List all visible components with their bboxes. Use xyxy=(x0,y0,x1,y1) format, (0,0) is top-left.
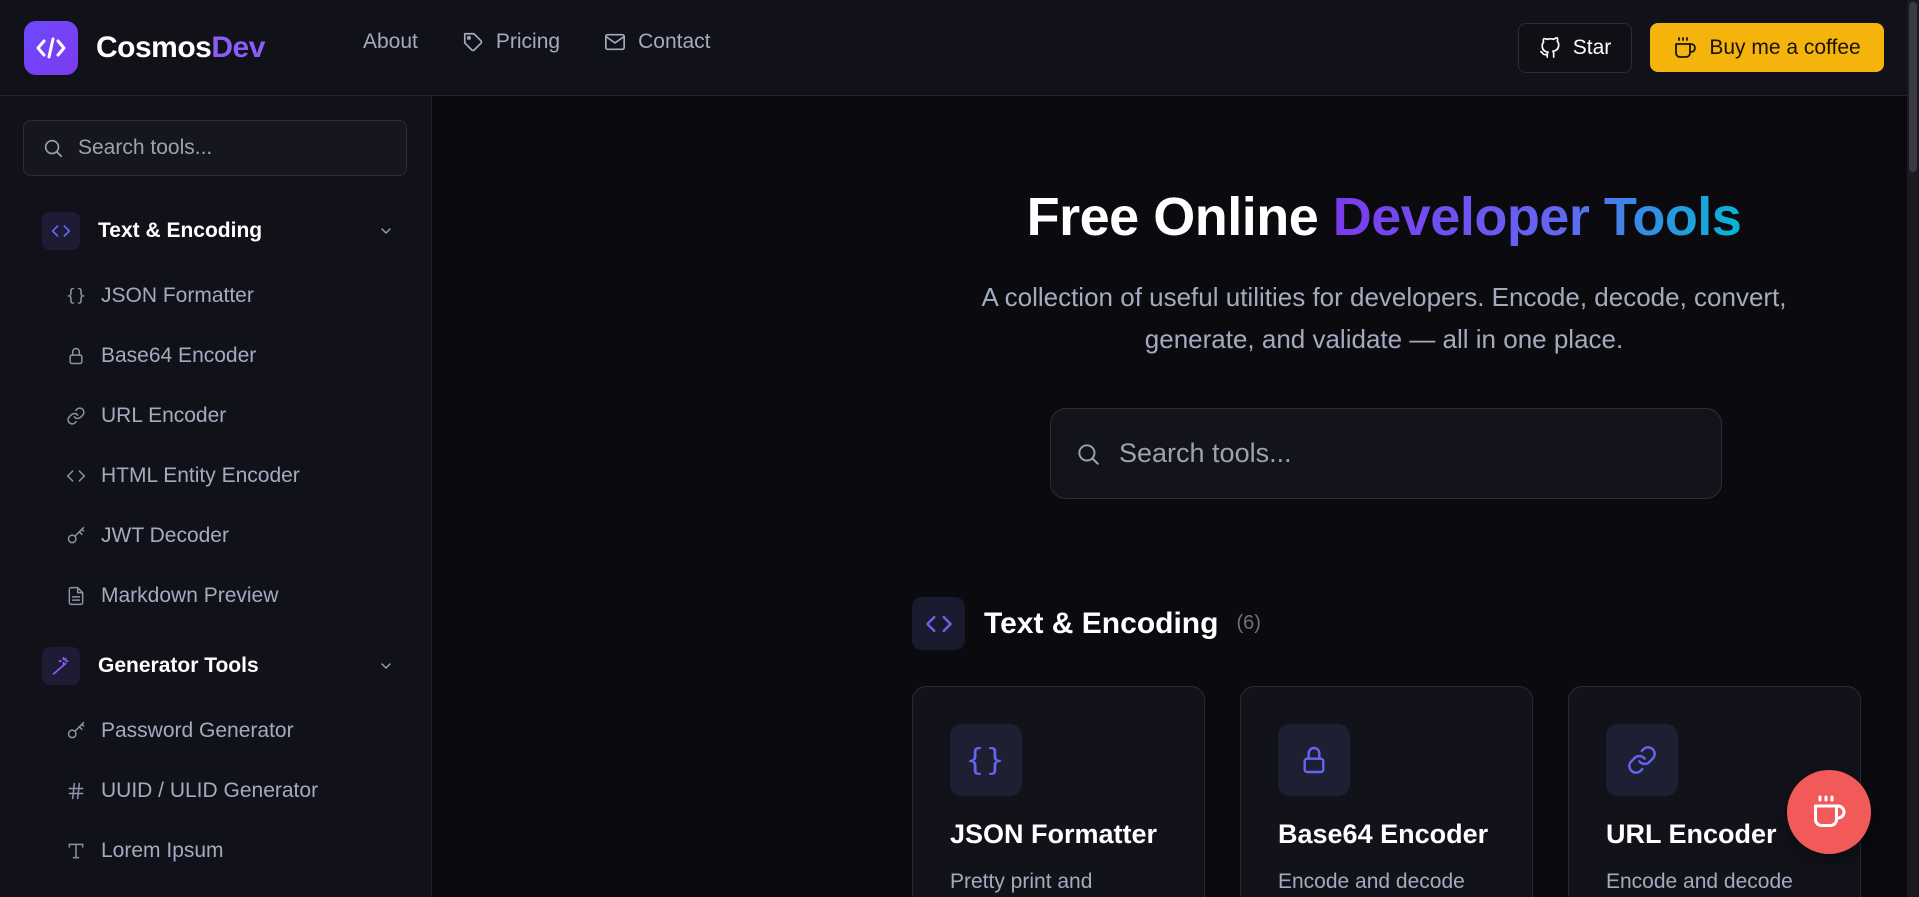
code-icon xyxy=(42,212,80,250)
tool-card-json-formatter[interactable]: {} JSON Formatter Pretty print and xyxy=(912,686,1205,897)
hero-title-plain: Free Online xyxy=(1026,187,1333,247)
sidebar-group-text-encoding[interactable]: Text & Encoding xyxy=(42,211,392,251)
tag-icon xyxy=(462,31,496,53)
floating-coffee-button[interactable] xyxy=(1787,770,1871,854)
card-description: Encode and decode xyxy=(1278,870,1465,893)
type-icon xyxy=(65,841,87,861)
sidebar-item-label: HTML Entity Encoder xyxy=(101,464,300,487)
sidebar-item-label: UUID / ULID Generator xyxy=(101,779,319,802)
search-icon xyxy=(1075,441,1101,467)
sidebar-item-password-generator[interactable]: Password Generator xyxy=(65,716,294,746)
hero-title-gradient: Developer Tools xyxy=(1332,187,1742,247)
wand-icon xyxy=(42,647,80,685)
nav-about[interactable]: About xyxy=(363,30,418,54)
sidebar-item-label: JSON Formatter xyxy=(101,284,254,307)
sidebar-item-html-entity-encoder[interactable]: HTML Entity Encoder xyxy=(65,461,300,491)
chevron-down-icon xyxy=(378,223,394,239)
hero-title: Free Online Developer Tools xyxy=(918,186,1850,248)
card-title: JSON Formatter xyxy=(950,819,1158,849)
coffee-label: Buy me a coffee xyxy=(1709,35,1861,59)
sidebar-item-label: URL Encoder xyxy=(101,404,227,427)
coffee-icon xyxy=(1811,794,1847,830)
buy-coffee-button[interactable]: Buy me a coffee xyxy=(1650,23,1884,72)
hash-icon xyxy=(65,781,87,801)
sidebar-search-input[interactable] xyxy=(78,136,378,160)
lock-icon xyxy=(1278,724,1350,796)
main-nav: About Pricing Contact xyxy=(363,30,754,54)
sidebar: Text & Encoding {} JSON Formatter Base64… xyxy=(0,96,432,897)
card-title: URL Encoder xyxy=(1606,819,1777,849)
brand-name-part1: Cosmos xyxy=(96,31,212,64)
nav-about-label: About xyxy=(363,30,418,53)
sidebar-item-lorem-ipsum[interactable]: Lorem Ipsum xyxy=(65,836,224,866)
card-description: Pretty print and xyxy=(950,870,1093,893)
chevron-down-icon xyxy=(378,658,394,674)
sidebar-item-json-formatter[interactable]: {} JSON Formatter xyxy=(65,281,254,311)
sidebar-group-label: Generator Tools xyxy=(98,654,259,677)
brand-name-part2: Dev xyxy=(211,31,265,64)
sidebar-item-url-encoder[interactable]: URL Encoder xyxy=(65,401,226,431)
sidebar-group-generator-tools[interactable]: Generator Tools xyxy=(42,646,392,686)
coffee-icon xyxy=(1673,36,1709,60)
sidebar-item-label: Lorem Ipsum xyxy=(101,839,224,862)
tool-card-base64-encoder[interactable]: Base64 Encoder Encode and decode xyxy=(1240,686,1533,897)
section-count: (6) xyxy=(1236,612,1261,634)
file-text-icon xyxy=(65,586,87,606)
nav-contact-label: Contact xyxy=(638,30,711,53)
main-search[interactable] xyxy=(1050,408,1722,499)
sidebar-item-markdown-preview[interactable]: Markdown Preview xyxy=(65,581,278,611)
nav-contact[interactable]: Contact xyxy=(604,30,710,54)
nav-pricing-label: Pricing xyxy=(495,30,561,53)
code-brackets-icon xyxy=(24,21,78,75)
lock-icon xyxy=(65,346,87,366)
link-icon xyxy=(65,406,87,426)
page-scrollbar[interactable] xyxy=(1907,0,1919,897)
section-title: Text & Encoding xyxy=(984,606,1219,640)
sidebar-item-label: Markdown Preview xyxy=(101,584,279,607)
sidebar-item-label: Password Generator xyxy=(101,719,294,742)
sidebar-item-uuid-generator[interactable]: UUID / ULID Generator xyxy=(65,776,318,806)
sidebar-item-base64-encoder[interactable]: Base64 Encoder xyxy=(65,341,256,371)
key-icon xyxy=(65,721,87,741)
code-icon xyxy=(912,597,965,650)
sidebar-item-jwt-decoder[interactable]: JWT Decoder xyxy=(65,521,229,551)
brand-logo[interactable]: CosmosDev xyxy=(24,21,265,75)
scrollbar-thumb[interactable] xyxy=(1909,2,1917,172)
sidebar-item-label: Base64 Encoder xyxy=(101,344,257,367)
nav-pricing[interactable]: Pricing xyxy=(462,30,560,54)
code-icon xyxy=(65,466,87,486)
section-header: Text & Encoding (6) xyxy=(912,597,1261,650)
sidebar-search[interactable] xyxy=(23,120,407,176)
hero-subtitle-line1: A collection of useful utilities for dev… xyxy=(981,282,1787,312)
top-header: CosmosDev About Pricing Contact Star Buy… xyxy=(0,0,1907,96)
sidebar-group-label: Text & Encoding xyxy=(98,219,263,242)
star-label: Star xyxy=(1572,36,1612,59)
github-icon xyxy=(1539,37,1573,59)
hero-subtitle: A collection of useful utilities for dev… xyxy=(918,276,1850,360)
card-description: Encode and decode xyxy=(1606,870,1793,893)
braces-icon: {} xyxy=(950,724,1022,796)
hero-subtitle-line2: generate, and validate — all in one plac… xyxy=(1144,324,1624,354)
brand-name: CosmosDev xyxy=(96,31,265,65)
github-star-button[interactable]: Star xyxy=(1518,23,1632,73)
card-title: Base64 Encoder xyxy=(1278,819,1489,849)
main-search-input[interactable] xyxy=(1119,438,1679,469)
link-icon xyxy=(1606,724,1678,796)
mail-icon xyxy=(604,31,638,53)
key-icon xyxy=(65,526,87,546)
sidebar-item-label: JWT Decoder xyxy=(101,524,229,547)
braces-icon: {} xyxy=(65,286,87,306)
search-icon xyxy=(42,137,64,159)
